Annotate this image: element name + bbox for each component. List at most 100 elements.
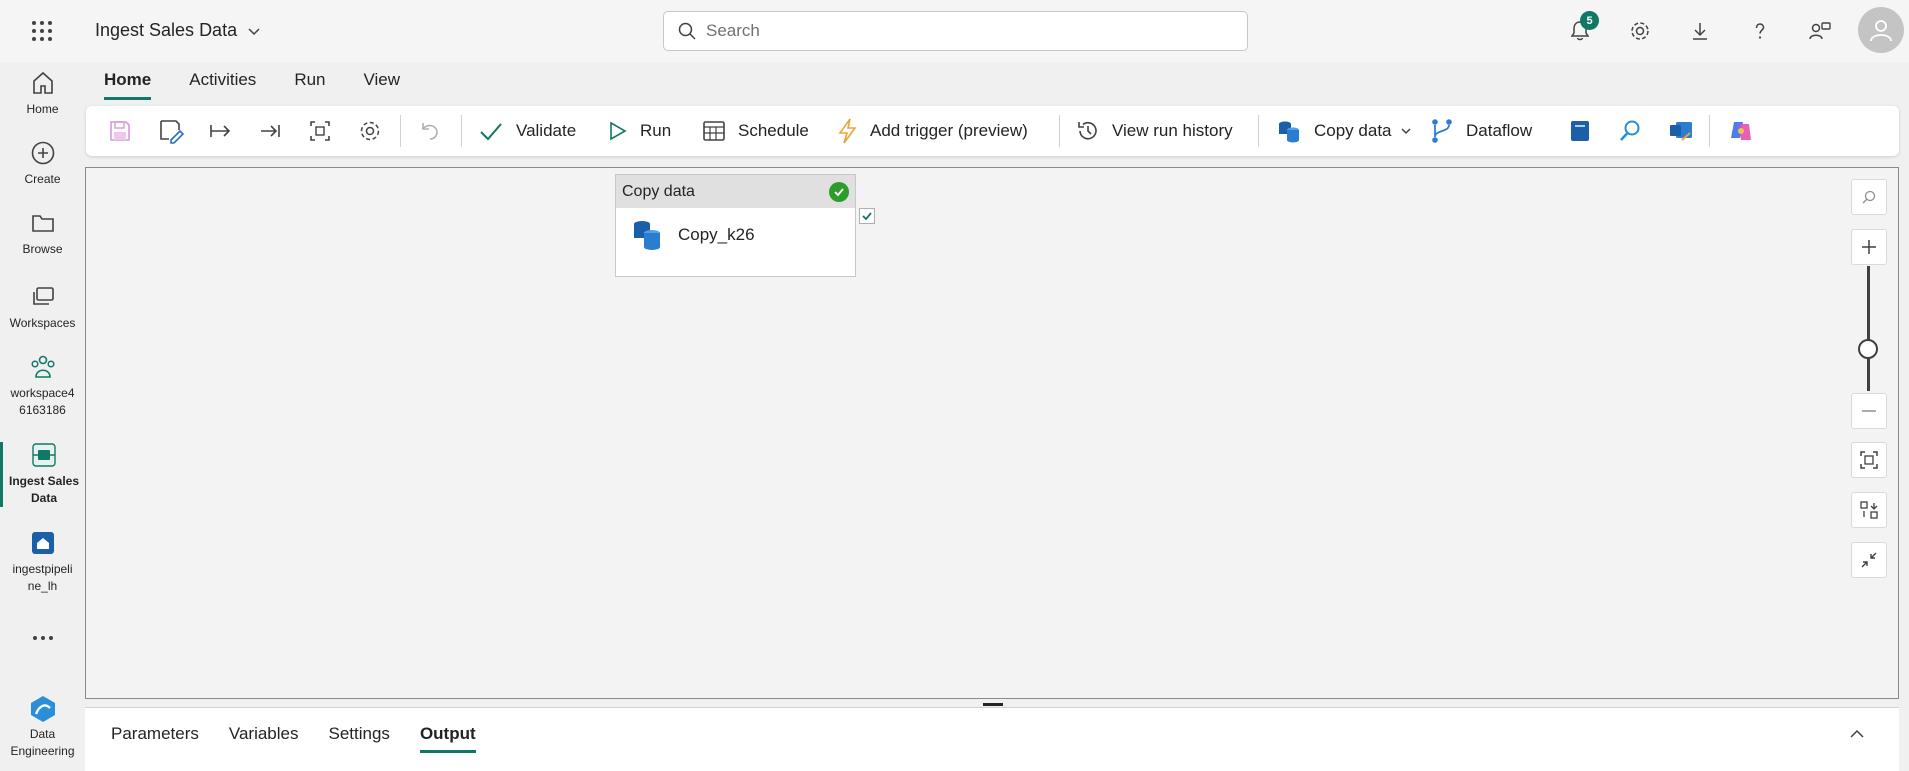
lookup-button[interactable]: [1618, 106, 1642, 156]
pipeline-canvas[interactable]: Copy data Copy_k26: [85, 167, 1899, 699]
fit-to-screen-button[interactable]: [1851, 442, 1887, 478]
run-button[interactable]: Run: [606, 106, 671, 156]
collapse-view-button[interactable]: [1851, 542, 1887, 578]
validate-label: Validate: [516, 121, 577, 140]
zoom-slider-track[interactable]: [1867, 266, 1870, 391]
workspaces-icon: [32, 287, 54, 305]
share-feedback-button[interactable]: [1805, 16, 1835, 46]
copilot-button[interactable]: [1728, 106, 1754, 156]
move-to-end-button[interactable]: [258, 106, 282, 156]
save-as-button[interactable]: [158, 106, 184, 156]
dataflow-button[interactable]: Dataflow: [1430, 106, 1532, 156]
tab-parameters[interactable]: Parameters: [111, 724, 199, 753]
folder-icon: [31, 215, 54, 232]
notification-count-badge: 5: [1580, 11, 1599, 30]
search-box[interactable]: [663, 11, 1248, 51]
activity-card[interactable]: Copy data Copy_k26: [615, 174, 856, 277]
auto-align-button[interactable]: [308, 106, 332, 156]
tab-home[interactable]: Home: [104, 70, 152, 100]
rail-item-browse[interactable]: Browse: [0, 210, 85, 258]
view-run-history-button[interactable]: View run history: [1076, 106, 1233, 156]
rail-item-label: Browse: [22, 242, 63, 256]
undo-button[interactable]: [418, 106, 442, 156]
dataflow-icon: [1432, 119, 1452, 143]
copy-data-label: Copy data: [1314, 121, 1392, 140]
toolbar-divider: [461, 115, 462, 147]
schedule-button[interactable]: Schedule: [702, 106, 809, 156]
rail-item-workspace[interactable]: workspace4 6163186: [0, 354, 85, 419]
toolbar-divider: [1059, 115, 1060, 147]
rail-item-lakehouse[interactable]: ingestpipeli ne_lh: [0, 530, 85, 595]
rail-item-workspaces[interactable]: Workspaces: [0, 284, 85, 332]
play-icon: [610, 121, 627, 141]
auto-layout-icon: [1860, 501, 1878, 519]
pipeline-settings-button[interactable]: [358, 106, 382, 156]
rail-item-label: ingestpipeli ne_lh: [12, 562, 73, 593]
undo-icon: [422, 123, 438, 140]
save-button[interactable]: [108, 106, 132, 156]
move-right-button[interactable]: [208, 106, 232, 156]
person-icon: [1870, 20, 1892, 42]
collapse-arrows-icon: [1861, 552, 1877, 568]
item-title-dropdown[interactable]: Ingest Sales Data: [95, 20, 261, 41]
schedule-label: Schedule: [738, 121, 809, 140]
download-button[interactable]: [1685, 16, 1715, 46]
auto-align-icon: [310, 121, 330, 141]
rail-item-home[interactable]: Home: [0, 70, 85, 118]
save-edit-icon: [160, 120, 184, 144]
properties-panel: Parameters Variables Settings Output ▲ ▼: [85, 707, 1899, 771]
rail-item-label: Data Engineering: [10, 727, 75, 758]
left-navigation-rail: Home Create Browse Workspaces workspace4…: [0, 62, 85, 771]
rail-item-create[interactable]: Create: [0, 140, 85, 188]
canvas-search-button[interactable]: [1851, 179, 1887, 215]
zoom-out-button[interactable]: [1851, 393, 1887, 429]
auto-layout-button[interactable]: [1851, 492, 1887, 528]
tab-settings[interactable]: Settings: [329, 724, 390, 753]
chevron-down-icon: [248, 27, 260, 35]
more-items-button[interactable]: [0, 634, 85, 642]
notebook-button[interactable]: [1568, 106, 1592, 156]
notifications-button[interactable]: 5: [1565, 11, 1599, 46]
dataflow-label: Dataflow: [1466, 121, 1533, 140]
tab-variables[interactable]: Variables: [229, 724, 299, 753]
toolbar-divider: [1258, 115, 1259, 147]
add-trigger-button[interactable]: Add trigger (preview): [836, 106, 1028, 156]
experience-switcher-data-engineering[interactable]: Data Engineering: [0, 694, 85, 760]
zoom-slider-thumb[interactable]: [1858, 339, 1878, 359]
rail-item-ingest-sales-data[interactable]: Ingest Sales Data: [0, 442, 85, 507]
activity-header: Copy data: [616, 175, 855, 208]
copy-data-icon: [634, 221, 660, 250]
app-launcher-icon[interactable]: [30, 19, 54, 43]
avatar[interactable]: [1858, 7, 1904, 53]
validate-button[interactable]: Validate: [478, 106, 576, 156]
web-activity-button[interactable]: [1668, 106, 1694, 156]
settings-button[interactable]: [1625, 16, 1655, 46]
gear-icon: [360, 121, 380, 141]
collapse-panel-button[interactable]: [1845, 722, 1869, 746]
toolbar-divider: [400, 115, 401, 147]
tab-activities[interactable]: Activities: [189, 70, 256, 100]
rail-item-label: Workspaces: [9, 316, 76, 330]
rail-item-label: workspace4 6163186: [10, 386, 75, 417]
add-trigger-label: Add trigger (preview): [870, 121, 1028, 140]
workspace-people-icon: [30, 355, 55, 378]
checkmark-icon: [480, 123, 502, 141]
properties-tabs: Parameters Variables Settings Output: [111, 724, 476, 753]
tab-run[interactable]: Run: [294, 70, 325, 100]
rail-item-label: Home: [26, 102, 59, 116]
zoom-in-button[interactable]: [1851, 229, 1887, 265]
ribbon-toolbar: Validate Run Schedule Add trigger (previ…: [86, 106, 1899, 156]
view-run-history-label: View run history: [1112, 121, 1233, 140]
help-button[interactable]: [1745, 16, 1775, 46]
copy-data-icon: [1279, 121, 1299, 143]
tab-output[interactable]: Output: [419, 724, 476, 753]
copy-data-dropdown[interactable]: Copy data: [1276, 106, 1412, 156]
activity-body: Copy_k26: [616, 208, 855, 262]
tab-view[interactable]: View: [364, 70, 401, 100]
search-input[interactable]: [706, 21, 1206, 41]
panel-resize-handle[interactable]: [983, 703, 1003, 706]
arrow-right-from-bar-icon: [210, 125, 231, 137]
on-success-connector-handle[interactable]: [859, 208, 875, 224]
fit-screen-icon: [1860, 451, 1878, 469]
search-icon: [678, 22, 696, 40]
